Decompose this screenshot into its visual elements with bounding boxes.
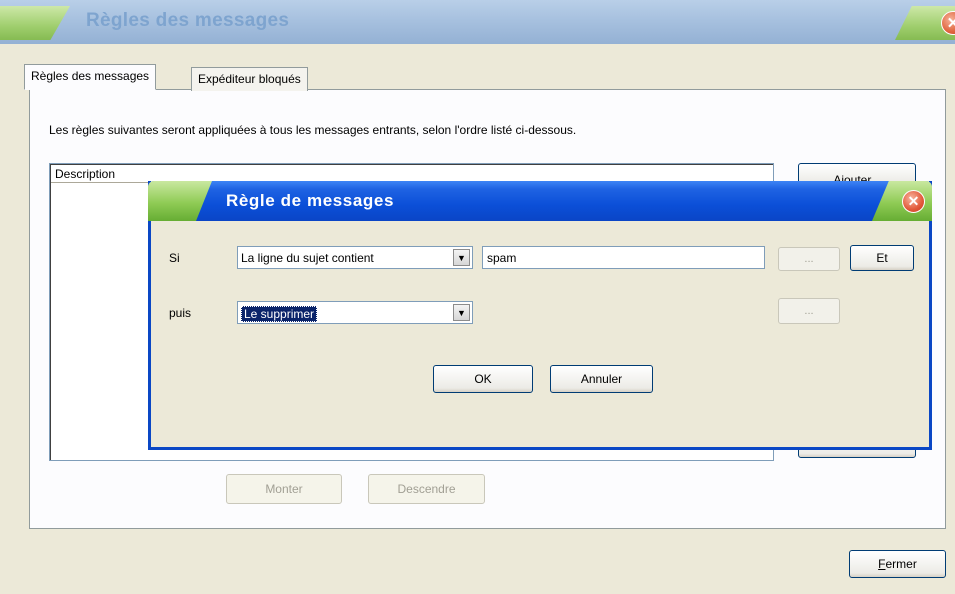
outer-title-bar: Règles des messages ✕: [0, 0, 955, 44]
dialog-close-icon[interactable]: ✕: [902, 190, 925, 213]
condition-text-input[interactable]: spam: [482, 246, 765, 269]
cancel-button[interactable]: Annuler: [550, 365, 653, 393]
close-button-hotkey: F: [878, 557, 886, 571]
tab-blocked-senders[interactable]: Expéditeur bloqués: [191, 67, 308, 91]
if-label: Si: [169, 251, 180, 265]
move-down-button[interactable]: Descendre: [368, 474, 485, 504]
ok-button[interactable]: OK: [433, 365, 533, 393]
window-title: Règles des messages: [86, 10, 290, 31]
then-label: puis: [169, 306, 192, 320]
close-button[interactable]: Fermer: [849, 550, 946, 578]
condition-select[interactable]: La ligne du sujet contient ▼: [237, 246, 473, 269]
tab-message-rules[interactable]: Règles des messages: [24, 64, 157, 90]
dialog-title-left-accent: [148, 181, 212, 221]
dialog-title-bar: Règle de messages ✕: [148, 181, 932, 221]
dialog-title: Règle de messages: [226, 191, 395, 210]
action-select-value: Le supprimer: [241, 306, 318, 322]
action-select[interactable]: Le supprimer ▼: [237, 301, 473, 324]
close-button-label: ermer: [885, 557, 917, 571]
chevron-down-icon[interactable]: ▼: [453, 304, 470, 321]
rules-intro-text: Les règles suivantes seront appliquées à…: [49, 123, 577, 137]
action-more-button[interactable]: ...: [778, 298, 840, 324]
move-up-button[interactable]: Monter: [226, 474, 342, 504]
chevron-down-icon[interactable]: ▼: [453, 249, 470, 266]
rule-dialog: Règle de messages ✕ Si La ligne du sujet…: [148, 181, 932, 450]
title-bar-left-accent: [0, 6, 70, 40]
condition-select-value: La ligne du sujet contient: [241, 251, 374, 265]
condition-more-button[interactable]: ...: [778, 247, 840, 271]
and-button[interactable]: Et: [850, 245, 914, 271]
